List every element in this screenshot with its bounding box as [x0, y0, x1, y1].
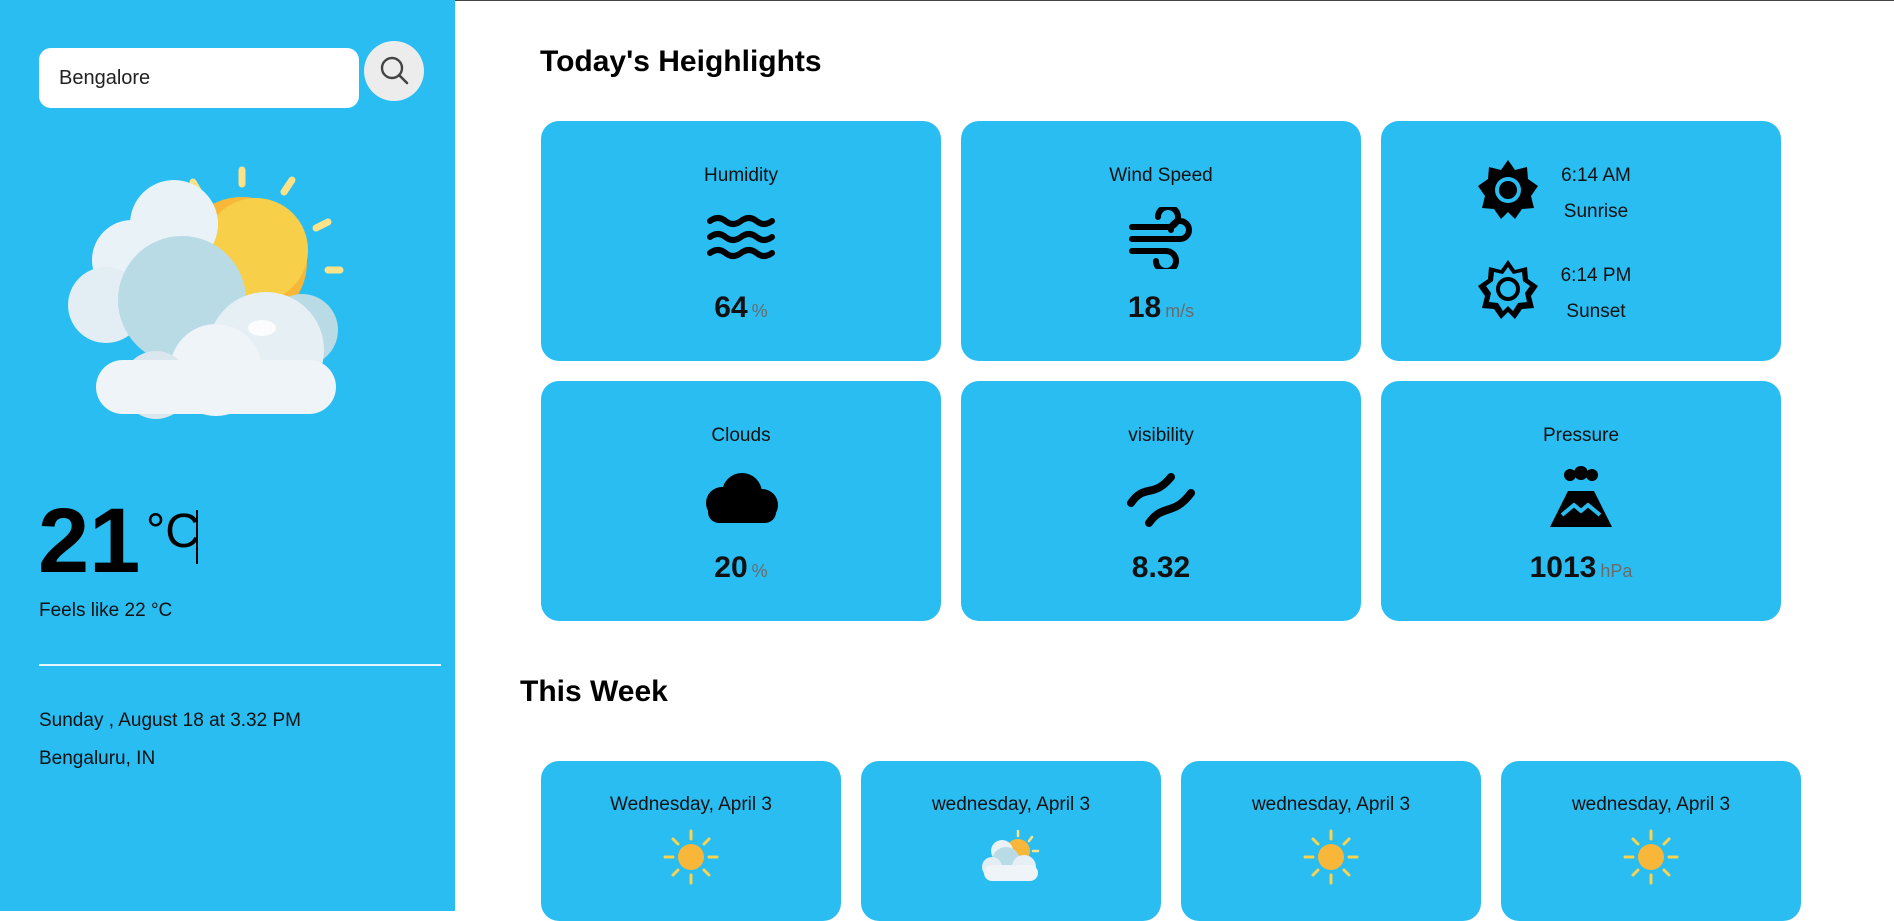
wind-speed-card: Wind Speed 18 m/s: [961, 121, 1361, 361]
search-button[interactable]: [364, 41, 424, 101]
partly-cloudy-icon: [982, 829, 1040, 881]
sunset-icon: [1478, 260, 1538, 319]
wind-speed-label: Wind Speed: [1109, 165, 1213, 186]
day-card[interactable]: wednesday, April 3: [861, 761, 1161, 921]
current-temperature: 21: [38, 490, 141, 592]
wind-speed-unit: m/s: [1165, 301, 1195, 321]
sun-icon: [663, 829, 719, 885]
clouds-value-row: 20%: [541, 551, 941, 585]
sidebar: 21 °C Feels like 22 °C Sunday , August 1…: [0, 0, 455, 911]
waves-icon: [706, 213, 776, 261]
clouds-value: 20: [714, 551, 748, 584]
day-label: wednesday, April 3: [931, 794, 1091, 815]
day-label: Wednesday, April 3: [610, 794, 772, 815]
temperature-unit: °C: [146, 505, 200, 558]
sunset-time: 6:14 PM: [1560, 265, 1632, 286]
pressure-label: Pressure: [1542, 425, 1620, 446]
humidity-unit: %: [751, 301, 768, 321]
highlights-title: Today's Heighlights: [540, 45, 822, 78]
text-caret: [196, 510, 198, 564]
sunset-info: 6:14 PM Sunset: [1541, 265, 1651, 323]
sunset-label: Sunset: [1566, 301, 1626, 322]
sun-icon: [1303, 829, 1359, 885]
pressure-unit: hPa: [1600, 561, 1633, 581]
day-label: wednesday, April 3: [1251, 794, 1411, 815]
sunrise-info: 6:14 AM Sunrise: [1541, 165, 1651, 223]
partly-cloudy-sun-icon: [68, 166, 344, 419]
week-title: This Week: [520, 675, 668, 708]
visibility-value-row: 8.32: [961, 551, 1361, 585]
pressure-card: Pressure 1013 hPa: [1381, 381, 1781, 621]
current-location: Bengaluru, IN: [39, 748, 156, 769]
sidebar-divider: [39, 664, 441, 666]
cloud-icon: [702, 469, 780, 525]
pressure-value: 1013: [1529, 551, 1597, 584]
search-input[interactable]: [39, 48, 359, 108]
visibility-label: visibility: [1128, 425, 1194, 446]
pressure-value-row: 1013 hPa: [1381, 551, 1781, 585]
visibility-card: visibility 8.32: [961, 381, 1361, 621]
clouds-card: Clouds 20%: [541, 381, 941, 621]
day-card[interactable]: wednesday, April 3: [1501, 761, 1801, 921]
sunrise-time: 6:14 AM: [1561, 165, 1631, 186]
current-date: Sunday , August 18 at 3.32 PM: [39, 710, 301, 731]
wind-icon: [1128, 207, 1194, 269]
sunrise-label: Sunrise: [1563, 201, 1629, 222]
volcano-icon: [1548, 465, 1614, 531]
search-icon: [380, 56, 409, 85]
road-icon: [1125, 469, 1197, 529]
clouds-unit: %: [751, 561, 768, 581]
feels-like-text: Feels like 22 °C: [39, 600, 173, 621]
visibility-value: 8.32: [1131, 551, 1191, 584]
sun-icon: [1623, 829, 1679, 885]
humidity-label: Humidity: [704, 165, 778, 186]
sunrise-sunset-card: 6:14 AM Sunrise 6:14 PM Sunset: [1381, 121, 1781, 361]
wind-speed-value-row: 18 m/s: [961, 291, 1361, 325]
humidity-card: Humidity 64%: [541, 121, 941, 361]
clouds-label: Clouds: [711, 425, 771, 446]
day-card[interactable]: Wednesday, April 3: [541, 761, 841, 921]
humidity-value-row: 64%: [541, 291, 941, 325]
day-card[interactable]: wednesday, April 3: [1181, 761, 1481, 921]
sunrise-icon: [1478, 160, 1538, 219]
wind-speed-value: 18: [1127, 291, 1162, 324]
humidity-value: 64: [714, 291, 748, 324]
day-label: wednesday, April 3: [1571, 794, 1731, 815]
